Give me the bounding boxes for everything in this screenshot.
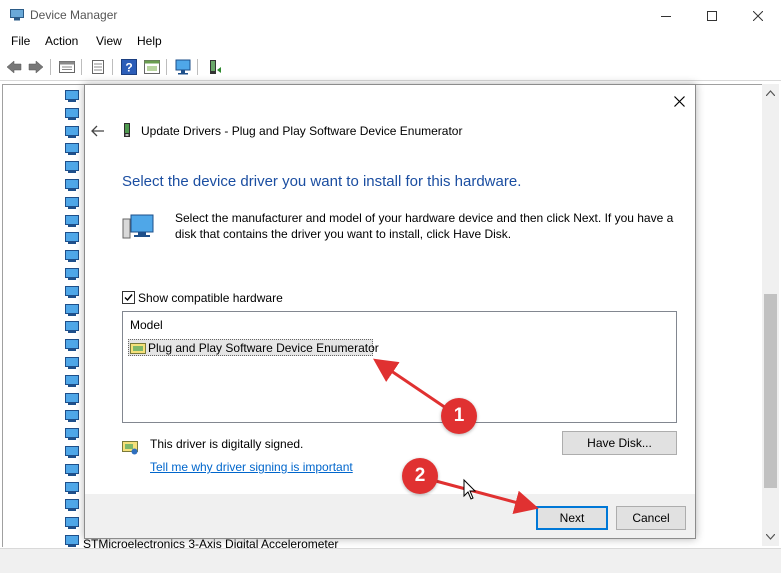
annotation-arrow-2 (431, 478, 539, 514)
annotation-badge-1: 1 (441, 398, 477, 434)
annotation-arrow-1 (373, 358, 447, 410)
annotation-arrows (373, 358, 539, 514)
mouse-cursor-icon (463, 478, 477, 500)
annotation-badge-2: 2 (402, 458, 438, 494)
